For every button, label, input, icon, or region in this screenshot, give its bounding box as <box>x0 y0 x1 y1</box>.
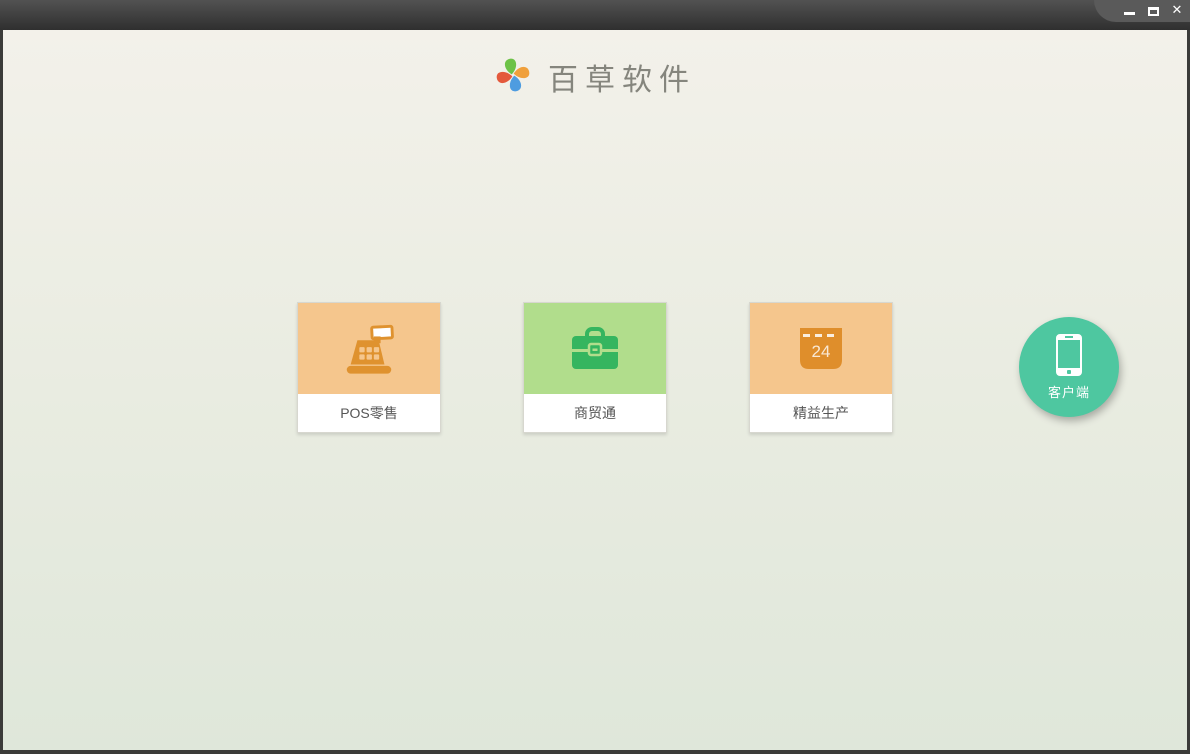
minimize-icon <box>1123 12 1135 15</box>
card-pos-retail[interactable]: POS零售 <box>297 302 441 433</box>
calendar-icon: 24 <box>750 303 892 394</box>
maximize-button[interactable] <box>1146 4 1160 18</box>
phone-speaker-slot <box>1065 335 1073 338</box>
brand-header: 百草软件 <box>3 55 1187 99</box>
app-window: ✕ 百草软件 POS零售 商贸通 24 精益生产 客户端 <box>0 0 1190 754</box>
pinwheel-logo-icon <box>494 56 532 99</box>
app-title: 百草软件 <box>548 63 696 98</box>
smartphone-icon <box>1056 333 1082 376</box>
client-button-label: 客户端 <box>1047 384 1090 400</box>
card-label: POS零售 <box>298 394 440 432</box>
calendar-day-number: 24 <box>812 342 831 361</box>
titlebar[interactable]: ✕ <box>0 0 1190 30</box>
phone-home-button <box>1067 369 1071 374</box>
client-button[interactable]: 客户端 <box>1019 317 1119 417</box>
maximize-icon <box>1147 6 1159 16</box>
briefcase-icon <box>524 303 666 394</box>
window-controls: ✕ <box>1122 0 1184 22</box>
card-label: 商贸通 <box>524 394 666 432</box>
main-content: 百草软件 POS零售 商贸通 24 精益生产 客户端 <box>3 30 1187 750</box>
close-button[interactable]: ✕ <box>1170 4 1184 18</box>
card-lean-production[interactable]: 24 精益生产 <box>749 302 893 433</box>
minimize-button[interactable] <box>1122 4 1136 18</box>
product-cards: POS零售 商贸通 24 精益生产 <box>3 302 1187 433</box>
card-trade[interactable]: 商贸通 <box>523 302 667 433</box>
cash-register-icon <box>298 303 440 394</box>
close-icon: ✕ <box>1171 3 1183 18</box>
card-label: 精益生产 <box>750 394 892 432</box>
